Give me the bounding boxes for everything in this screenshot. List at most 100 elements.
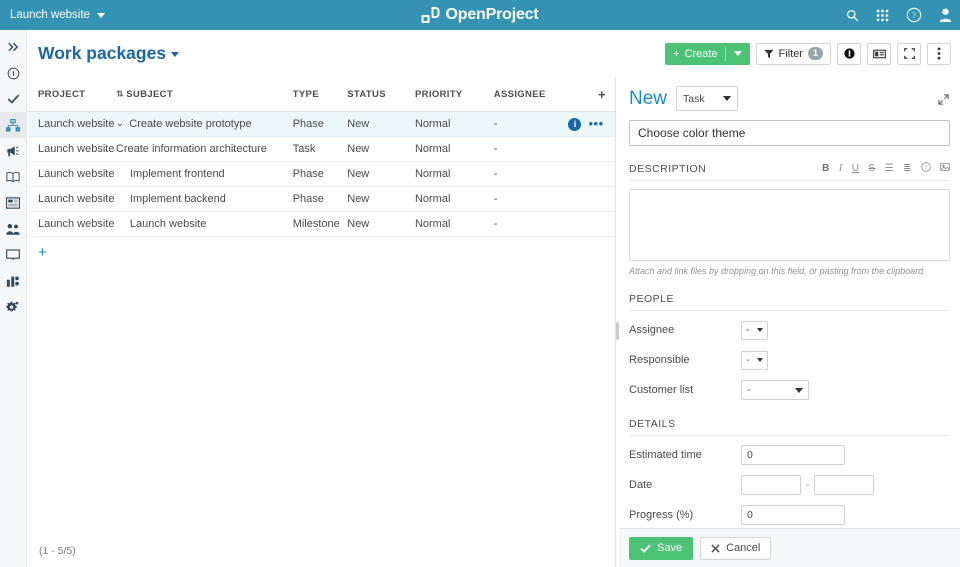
strikethrough-icon[interactable]: S: [868, 163, 875, 174]
row-context-menu-icon[interactable]: •••: [588, 117, 603, 130]
cell-status: New: [347, 136, 415, 162]
table-row[interactable]: Launch website Implement backend Phase N…: [27, 186, 615, 212]
cell-subject: Implement frontend: [115, 161, 293, 187]
cell-type: Phase: [292, 186, 348, 212]
sidebar-item-activity[interactable]: [0, 86, 27, 112]
cell-status: New: [347, 161, 415, 187]
filter-button[interactable]: Filter 1: [755, 42, 831, 65]
save-button-label: Save: [657, 542, 683, 554]
sidebar-item-members[interactable]: [0, 216, 27, 242]
sidebar-item-meetings[interactable]: [0, 242, 27, 268]
help-circle-icon[interactable]: ?: [921, 162, 931, 175]
column-header-assignee[interactable]: ASSIGNEE: [493, 77, 569, 112]
sidebar-item-settings[interactable]: [0, 294, 27, 320]
create-button-label: Create: [684, 47, 718, 60]
svg-text:?: ?: [912, 10, 916, 20]
megaphone-icon: [7, 145, 19, 156]
monitor-icon: [6, 249, 20, 261]
page-title[interactable]: Work packages: [38, 43, 180, 64]
underline-icon[interactable]: U: [852, 163, 860, 174]
collapse-chevron-icon[interactable]: ⌄: [116, 119, 124, 129]
project-selector[interactable]: Launch website: [0, 0, 105, 30]
save-button[interactable]: Save: [629, 536, 694, 560]
column-header-type[interactable]: TYPE: [292, 77, 348, 112]
italic-icon[interactable]: I: [839, 163, 843, 174]
user-avatar-icon[interactable]: [939, 8, 952, 22]
sidebar-item-overview[interactable]: [0, 60, 27, 86]
cell-type: Milestone: [292, 211, 348, 237]
sidebar-item-wiki[interactable]: [0, 164, 27, 190]
search-icon[interactable]: [846, 9, 859, 22]
grid-modules-icon[interactable]: [876, 9, 889, 22]
customer-list-select[interactable]: -: [741, 380, 809, 400]
table-row[interactable]: Launch website Implement frontend Phase …: [27, 161, 615, 187]
description-section-header: DESCRIPTION B I U S ☰ ≣ ?: [629, 162, 950, 181]
cell-status: New: [347, 111, 415, 137]
fullscreen-button[interactable]: [897, 42, 921, 65]
more-menu-button[interactable]: [927, 42, 951, 65]
column-header-subject[interactable]: ⇅ SUBJECT: [115, 77, 293, 112]
cell-status: New: [347, 211, 415, 237]
sidebar-item-boards[interactable]: [0, 190, 27, 216]
zen-info-button[interactable]: [837, 42, 861, 65]
close-icon: [711, 543, 720, 553]
cell-project: Launch website: [27, 111, 116, 137]
cell-type: Task: [292, 136, 348, 162]
page-header: Work packages + Create Filter 1: [27, 30, 960, 77]
bold-icon[interactable]: B: [822, 163, 830, 174]
cell-row-actions: [568, 186, 615, 212]
add-work-package-row[interactable]: +: [27, 237, 615, 262]
description-editor[interactable]: [629, 189, 950, 261]
cancel-button-label: Cancel: [726, 542, 761, 554]
cell-assignee: -: [493, 186, 569, 212]
progress-input[interactable]: [741, 505, 845, 525]
expand-diagonal-icon[interactable]: [938, 92, 949, 110]
table-row[interactable]: Launch website Create information archit…: [27, 136, 615, 162]
chevron-down-icon: [733, 51, 742, 56]
add-column-button[interactable]: +: [568, 77, 615, 112]
detail-header: New Task: [629, 86, 950, 111]
cell-type: Phase: [292, 161, 348, 187]
unordered-list-icon[interactable]: ☰: [885, 163, 894, 174]
date-end-input[interactable]: [814, 475, 875, 495]
brand-name: OpenProject: [445, 6, 539, 23]
date-start-input[interactable]: [741, 475, 801, 495]
openproject-logo: OpenProject: [421, 6, 539, 24]
card-view-button[interactable]: [867, 42, 891, 65]
top-bar-actions: ?: [846, 7, 952, 23]
row-info-icon[interactable]: i: [568, 117, 582, 131]
create-button[interactable]: + Create: [665, 42, 750, 65]
type-select[interactable]: Task: [676, 86, 739, 111]
openproject-mark-icon: [421, 7, 440, 23]
table-row[interactable]: Launch website ⌄ Create website prototyp…: [27, 111, 615, 137]
sidebar-item-news[interactable]: [0, 138, 27, 164]
help-circle-icon[interactable]: ?: [906, 7, 922, 23]
people-section-header: PEOPLE: [629, 293, 950, 311]
book-icon: [6, 171, 20, 183]
fullscreen-icon: [903, 48, 915, 59]
subject-input[interactable]: [629, 120, 950, 146]
table-row[interactable]: Launch website Launch website Milestone …: [27, 211, 615, 237]
assignee-field-row: Assignee -: [629, 319, 950, 341]
estimated-time-input[interactable]: [741, 445, 845, 465]
description-format-toolbar: B I U S ☰ ≣ ?: [822, 162, 950, 175]
cell-project: Launch website: [27, 186, 116, 212]
assignee-label: Assignee: [629, 324, 675, 336]
sidebar-item-budgets[interactable]: [0, 268, 27, 294]
cancel-button[interactable]: Cancel: [700, 536, 772, 560]
sidebar-item-work-packages[interactable]: [0, 112, 27, 138]
sidebar-item-expand-sidebar[interactable]: [0, 34, 27, 60]
responsible-label: Responsible: [629, 354, 690, 366]
check-icon: [640, 544, 651, 553]
responsible-select[interactable]: -: [741, 350, 768, 370]
ordered-list-icon[interactable]: ≣: [903, 163, 912, 174]
cell-subject: Implement backend: [115, 186, 293, 212]
column-header-project[interactable]: PROJECT: [27, 77, 116, 112]
column-header-status[interactable]: STATUS: [347, 77, 415, 112]
customer-list-value: -: [747, 384, 751, 396]
cell-subject: Launch website: [115, 211, 293, 237]
attach-image-icon[interactable]: [940, 162, 950, 175]
column-header-priority[interactable]: PRIORITY: [414, 77, 494, 112]
project-icon-rail: [0, 30, 27, 567]
assignee-select[interactable]: -: [741, 320, 768, 340]
